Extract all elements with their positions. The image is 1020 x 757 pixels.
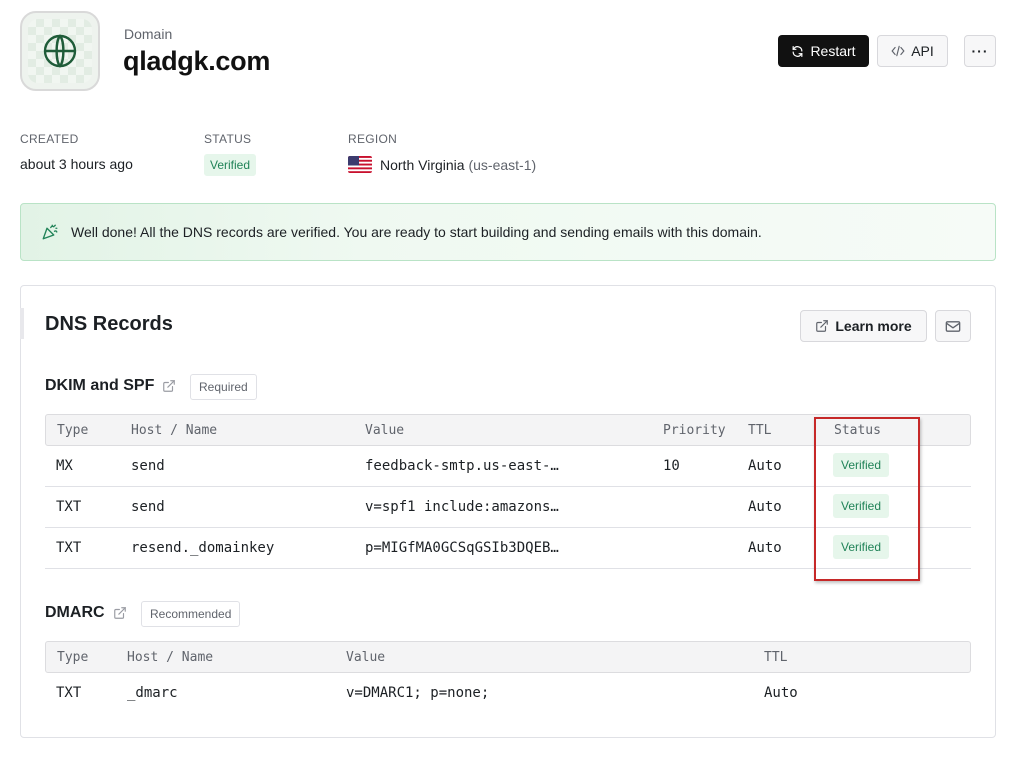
learn-more-label: Learn more bbox=[835, 318, 912, 334]
record-value[interactable]: p=MIGfMA0GCSqGSIb3DQEB… bbox=[365, 540, 559, 556]
region-code: (us-east-1) bbox=[468, 157, 537, 173]
status-label: STATUS bbox=[204, 132, 252, 146]
column-header-value: Value bbox=[346, 650, 386, 665]
column-header-priority: Priority bbox=[663, 423, 726, 438]
created-label: CREATED bbox=[20, 132, 79, 146]
dmarc-table-header: Type Host / Name Value TTL bbox=[45, 641, 971, 673]
globe-icon bbox=[43, 34, 77, 68]
record-type: MX bbox=[56, 458, 73, 474]
dmarc-title-text: DMARC bbox=[45, 604, 105, 621]
record-host[interactable]: send bbox=[131, 458, 165, 474]
column-header-ttl: TTL bbox=[748, 423, 772, 438]
record-value[interactable]: v=DMARC1; p=none; bbox=[346, 685, 489, 701]
dns-records-title: DNS Records bbox=[45, 313, 173, 335]
record-host[interactable]: _dmarc bbox=[127, 685, 178, 701]
us-flag-icon bbox=[348, 156, 372, 173]
domain-name: qladgk.com bbox=[123, 46, 271, 76]
external-link-icon[interactable] bbox=[162, 379, 176, 393]
record-ttl: Auto bbox=[764, 685, 798, 701]
success-banner: Well done! All the DNS records are verif… bbox=[20, 203, 996, 261]
api-label: API bbox=[911, 43, 934, 59]
learn-more-button[interactable]: Learn more bbox=[800, 310, 927, 342]
column-header-type: Type bbox=[57, 423, 89, 438]
record-host[interactable]: send bbox=[131, 499, 165, 515]
row-divider bbox=[45, 527, 971, 528]
column-header-value: Value bbox=[365, 423, 405, 438]
record-type: TXT bbox=[56, 499, 82, 515]
region-label: REGION bbox=[348, 132, 398, 146]
region-name: North Virginia bbox=[380, 157, 465, 173]
column-header-type: Type bbox=[57, 650, 89, 665]
restart-button[interactable]: Restart bbox=[778, 35, 869, 67]
record-priority: 10 bbox=[663, 458, 680, 474]
restart-label: Restart bbox=[810, 43, 856, 59]
recommended-pill: Recommended bbox=[141, 601, 241, 627]
column-header-host: Host / Name bbox=[127, 650, 214, 665]
dkim-table-header: Type Host / Name Value Priority TTL Stat… bbox=[45, 414, 971, 446]
created-value: about 3 hours ago bbox=[20, 156, 133, 172]
more-options-button[interactable]: ··· bbox=[964, 35, 996, 67]
dkim-spf-title-text: DKIM and SPF bbox=[45, 377, 155, 394]
dkim-spf-title: DKIM and SPF bbox=[45, 377, 176, 395]
status-badge: Verified bbox=[204, 154, 257, 176]
email-dns-button[interactable] bbox=[935, 310, 971, 342]
required-pill: Required bbox=[190, 374, 257, 400]
party-popper-icon bbox=[42, 224, 58, 240]
banner-text: Well done! All the DNS records are verif… bbox=[71, 224, 762, 240]
api-button[interactable]: API bbox=[877, 35, 948, 67]
dmarc-title: DMARC bbox=[45, 604, 127, 622]
code-icon bbox=[891, 45, 905, 57]
column-header-host: Host / Name bbox=[131, 423, 218, 438]
card-accent bbox=[20, 308, 24, 339]
row-divider bbox=[45, 568, 971, 569]
external-link-icon[interactable] bbox=[113, 606, 127, 620]
record-value[interactable]: feedback-smtp.us-east-… bbox=[365, 458, 559, 474]
domain-eyebrow: Domain bbox=[124, 26, 173, 42]
mail-icon bbox=[945, 320, 961, 332]
record-ttl: Auto bbox=[748, 499, 782, 515]
record-status-badge: Verified bbox=[833, 535, 890, 559]
refresh-icon bbox=[793, 45, 803, 57]
record-ttl: Auto bbox=[748, 540, 782, 556]
record-ttl: Auto bbox=[748, 458, 782, 474]
record-value[interactable]: v=spf1 include:amazons… bbox=[365, 499, 559, 515]
record-host[interactable]: resend._domainkey bbox=[131, 540, 274, 556]
domain-logo bbox=[20, 11, 100, 91]
external-link-icon bbox=[816, 320, 829, 332]
record-status-badge: Verified bbox=[833, 494, 890, 518]
column-header-status: Status bbox=[834, 423, 881, 438]
column-header-ttl: TTL bbox=[764, 650, 788, 665]
record-type: TXT bbox=[56, 685, 82, 701]
region-value: North Virginia (us-east-1) bbox=[348, 156, 536, 173]
record-type: TXT bbox=[56, 540, 82, 556]
record-status-badge: Verified bbox=[833, 453, 890, 477]
row-divider bbox=[45, 486, 971, 487]
domain-status: Verified bbox=[204, 154, 257, 176]
